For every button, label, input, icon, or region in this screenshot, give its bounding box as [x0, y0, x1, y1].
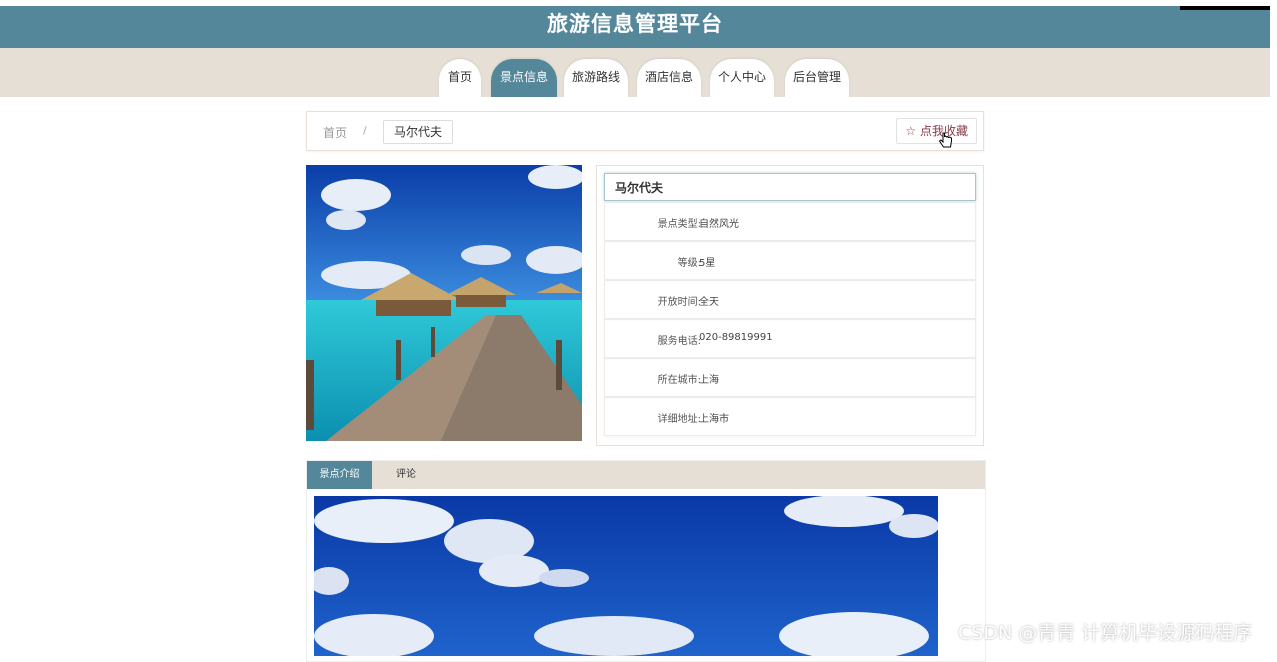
site-header: 旅游信息管理平台 [0, 6, 1270, 48]
nav-tab-profile[interactable]: 个人中心 [710, 59, 774, 97]
breadcrumb-home[interactable]: 首页 [323, 124, 347, 141]
info-label: 服务电话: [657, 336, 701, 347]
info-label: 等级: [677, 258, 701, 269]
attraction-photo [306, 165, 582, 441]
nav-tab-routes[interactable]: 旅游路线 [564, 59, 628, 97]
hand-cursor-icon [938, 132, 952, 148]
breadcrumb-separator: / [363, 124, 367, 137]
attraction-name: 马尔代夫 [604, 173, 976, 201]
nav-tab-attractions[interactable]: 景点信息 [491, 59, 557, 97]
intro-image [314, 496, 938, 656]
info-row-hours: 开放时间: 全天 [604, 280, 976, 319]
info-label: 景点类型: [657, 219, 701, 230]
info-value: 5星 [699, 258, 716, 269]
favorite-button[interactable]: ☆ 点我收藏 [896, 118, 977, 144]
tab-intro[interactable]: 景点介绍 [307, 461, 372, 489]
nav-tab-admin[interactable]: 后台管理 [785, 59, 849, 97]
info-row-level: 等级: 5星 [604, 241, 976, 280]
info-label: 所在城市: [657, 375, 701, 386]
breadcrumb: 首页 / 马尔代夫 ☆ 点我收藏 [306, 111, 984, 151]
info-value: 上海 [699, 375, 719, 386]
info-value: 自然风光 [699, 219, 739, 230]
info-value: 全天 [699, 297, 719, 308]
nav-tab-hotels[interactable]: 酒店信息 [637, 59, 701, 97]
info-row-city: 所在城市: 上海 [604, 358, 976, 397]
tab-comments[interactable]: 评论 [377, 461, 435, 489]
black-bar [1180, 6, 1270, 10]
info-row-phone: 服务电话: 020-89819991 [604, 319, 976, 358]
info-value: 上海市 [699, 414, 729, 425]
attraction-info-panel: 马尔代夫 景点类型: 自然风光 等级: 5星 开放时间: 全天 服务电话: 02… [596, 165, 984, 446]
info-value: 020-89819991 [699, 332, 773, 343]
detail-tabs-panel: 景点介绍 评论 [306, 460, 986, 662]
nav-tab-home[interactable]: 首页 [439, 59, 481, 97]
breadcrumb-current: 马尔代夫 [383, 120, 454, 144]
main-nav: 首页 景点信息 旅游路线 酒店信息 个人中心 后台管理 [0, 48, 1270, 97]
info-row-type: 景点类型: 自然风光 [604, 202, 976, 241]
detail-tabs-bar: 景点介绍 评论 [307, 461, 985, 489]
info-label: 详细地址: [657, 414, 701, 425]
watermark: CSDN @青青 计算机毕设源码程序 [958, 622, 1253, 644]
info-row-address: 详细地址: 上海市 [604, 397, 976, 436]
info-label: 开放时间: [657, 297, 701, 308]
site-title: 旅游信息管理平台 [547, 12, 723, 36]
